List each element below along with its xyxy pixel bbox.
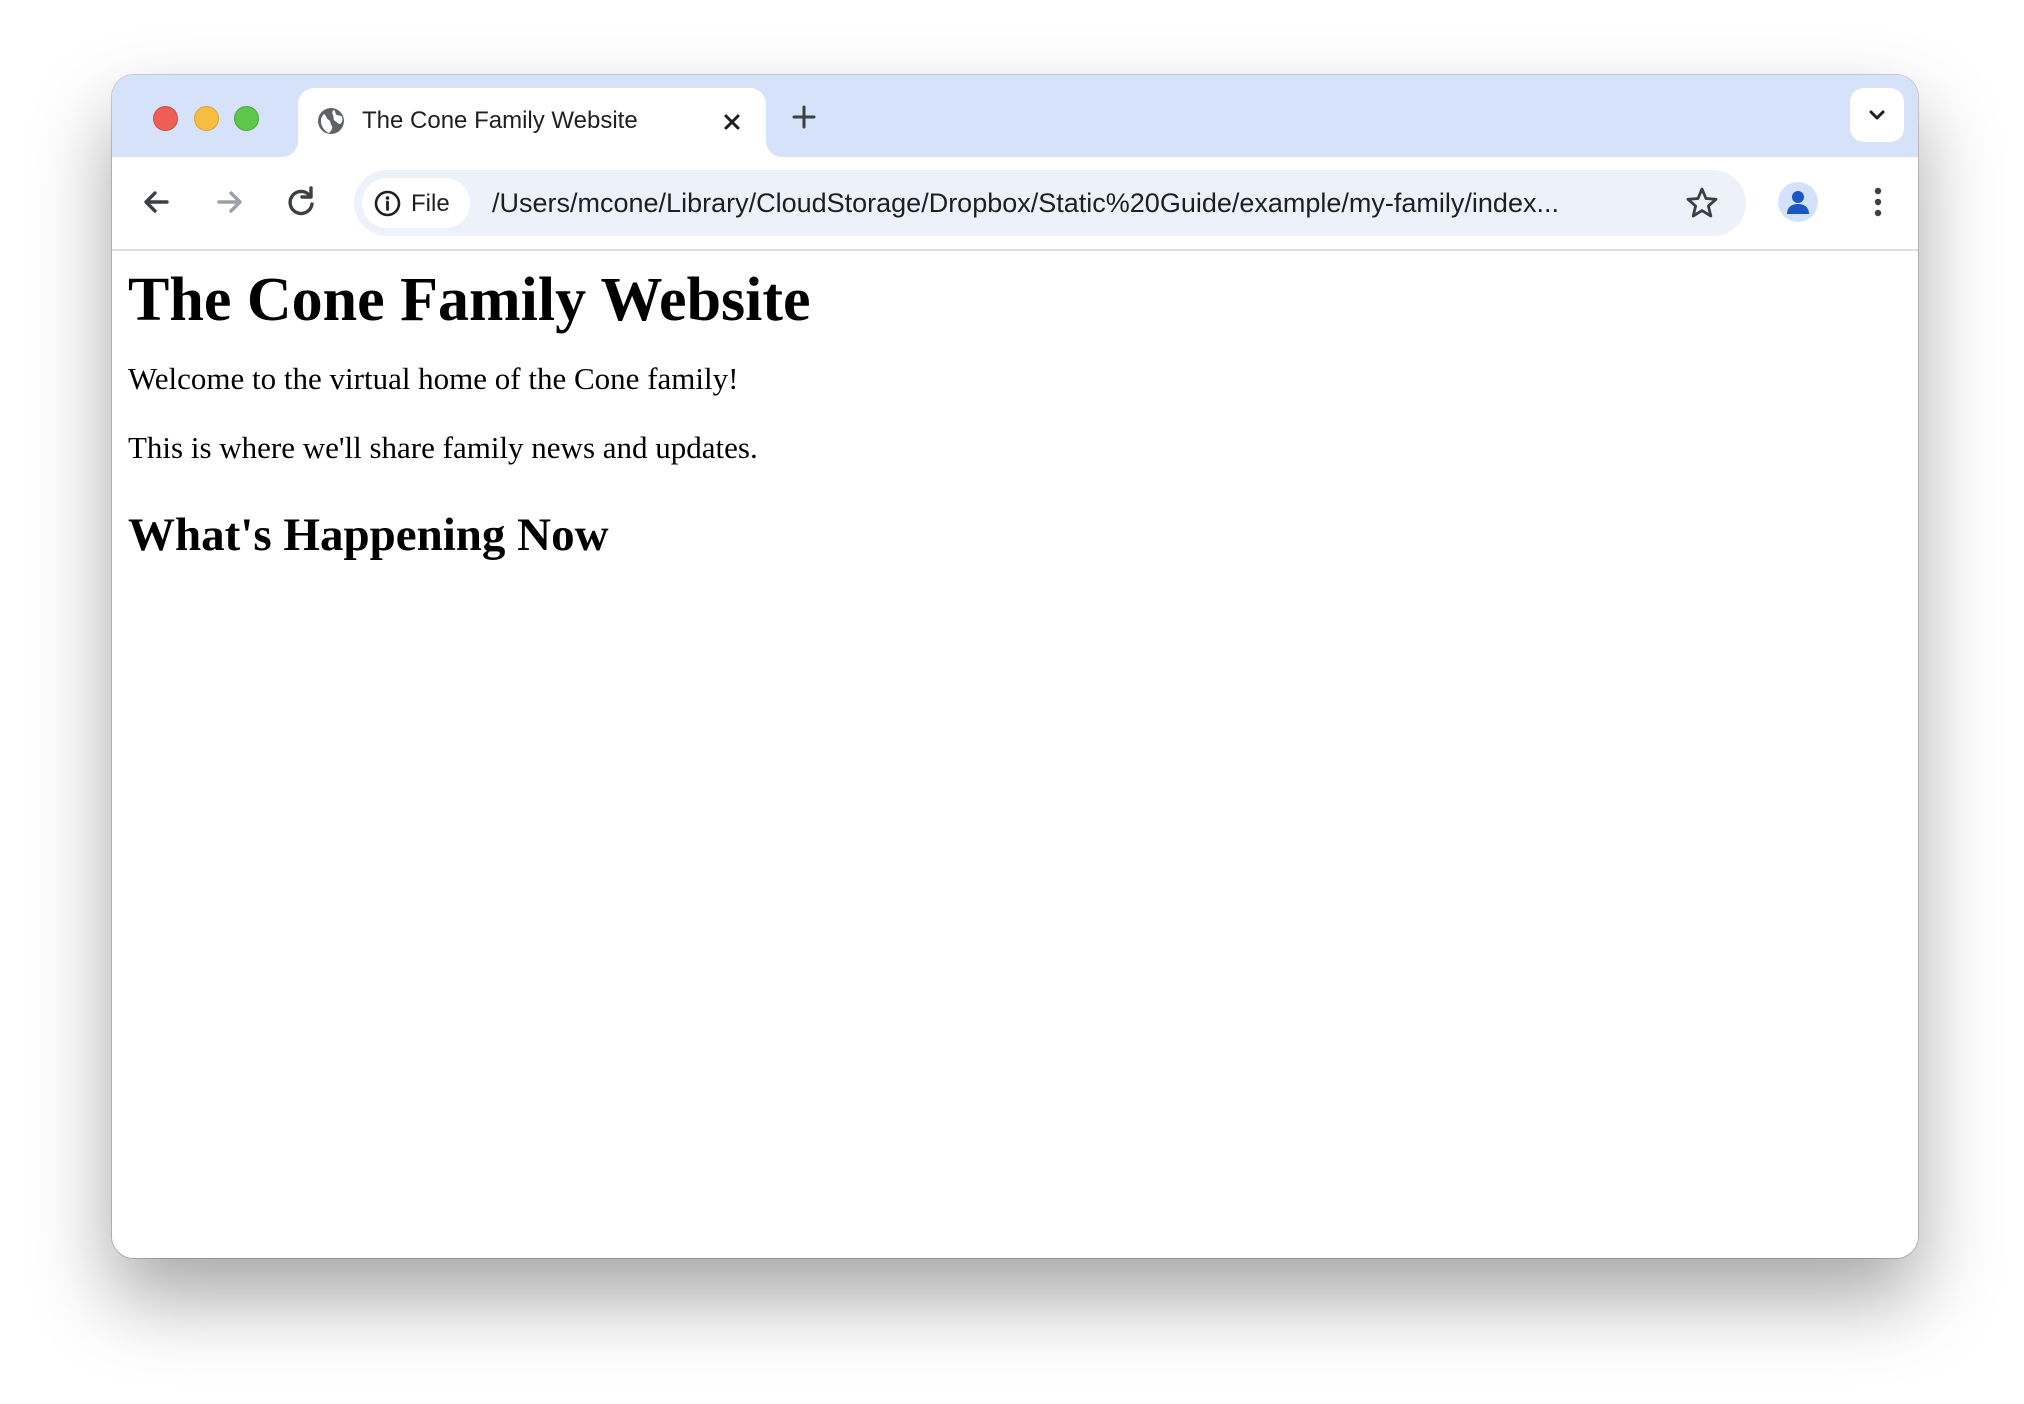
plus-icon[interactable] (788, 101, 820, 133)
address-bar[interactable]: File /Users/mcone/Library/CloudStorage/D… (354, 170, 1746, 236)
profile-button[interactable] (1778, 182, 1818, 222)
arrow-right-icon[interactable] (209, 182, 249, 222)
page-content: The Cone Family Website Welcome to the v… (112, 251, 1918, 1258)
tab-title: The Cone Family Website (362, 107, 638, 134)
reload-icon[interactable] (281, 182, 321, 222)
arrow-left-icon[interactable] (137, 182, 177, 222)
page-heading: The Cone Family Website (128, 266, 811, 334)
tab-search-button[interactable] (1850, 88, 1904, 142)
maximize-window-button[interactable] (234, 106, 259, 131)
tab-strip: The Cone Family Website (112, 75, 1918, 157)
star-icon[interactable] (1684, 185, 1720, 221)
welcome-paragraph: Welcome to the virtual home of the Cone … (128, 361, 739, 396)
url-text[interactable]: /Users/mcone/Library/CloudStorage/Dropbo… (492, 188, 1667, 219)
site-info-chip[interactable]: File (362, 178, 470, 228)
site-chip-label: File (411, 190, 450, 217)
close-icon[interactable] (718, 108, 746, 136)
tab-the-cone-family-website[interactable]: The Cone Family Website (298, 88, 766, 157)
screenshot-stage: The Cone Family Website File /Users/mcon… (0, 0, 2024, 1404)
section-heading: What's Happening Now (128, 509, 609, 561)
info-icon (374, 190, 401, 217)
close-window-button[interactable] (153, 106, 178, 131)
news-paragraph: This is where we'll share family news an… (128, 430, 758, 465)
browser-toolbar: File /Users/mcone/Library/CloudStorage/D… (112, 157, 1918, 251)
chevron-down-icon (1869, 110, 1885, 120)
globe-icon (318, 108, 344, 134)
person-icon (1787, 191, 1809, 214)
minimize-window-button[interactable] (194, 106, 219, 131)
browser-window: The Cone Family Website File /Users/mcon… (112, 75, 1918, 1258)
kebab-menu-icon[interactable] (1858, 182, 1898, 222)
